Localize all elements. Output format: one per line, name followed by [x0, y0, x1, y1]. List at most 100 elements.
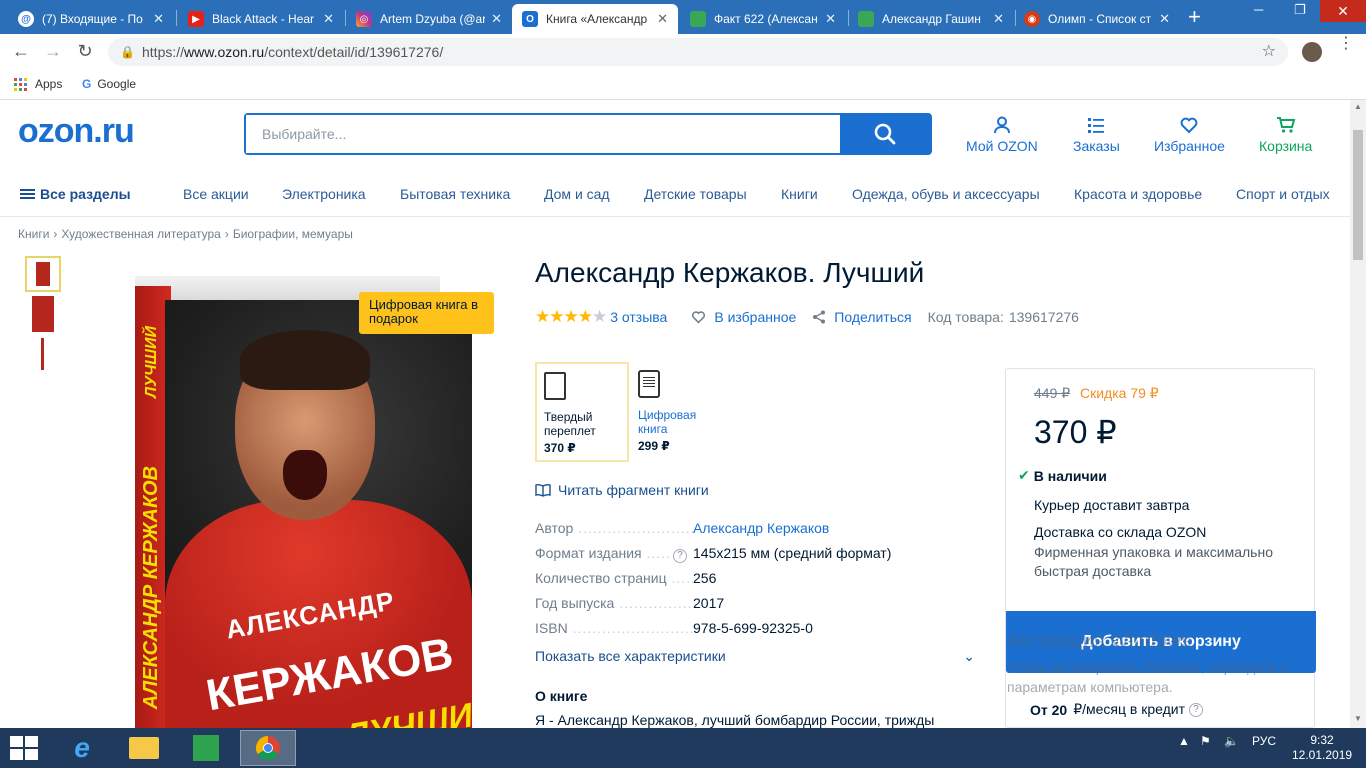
category-link[interactable]: Электроника — [282, 186, 366, 202]
browser-menu-icon[interactable]: ⋮ — [1338, 36, 1354, 52]
scroll-down-icon[interactable]: ▼ — [1354, 714, 1362, 723]
close-icon[interactable]: ✕ — [153, 11, 164, 27]
tab-title: Факт 622 (Алексан — [714, 12, 818, 26]
thumbnail-cover[interactable] — [25, 256, 61, 292]
language-indicator[interactable]: РУС — [1252, 734, 1276, 748]
tray-expand-icon[interactable]: ▲ — [1178, 734, 1190, 748]
search-button[interactable] — [840, 115, 930, 153]
lock-icon: 🔒 — [120, 45, 135, 59]
window-close-button[interactable]: ✕ — [1320, 0, 1366, 22]
internet-explorer-icon[interactable]: e — [54, 730, 110, 766]
category-nav: Все разделы Все акции Электроника Бытова… — [0, 184, 1350, 212]
close-icon[interactable]: ✕ — [1159, 11, 1170, 27]
breadcrumb-link[interactable]: Художественная литература — [61, 227, 220, 241]
forward-arrow-icon[interactable]: → — [42, 41, 64, 62]
share-label: Поделиться — [834, 309, 912, 325]
chevron-right-icon: › — [53, 227, 58, 241]
cart-icon — [1276, 117, 1295, 133]
tab-title: Александр Гашин — [882, 12, 981, 26]
format-hardcover[interactable]: Твердый переплет 370 ₽ — [535, 362, 629, 462]
category-link[interactable]: Одежда, обувь и аксессуары — [852, 186, 1040, 202]
new-tab-button[interactable]: + — [1188, 6, 1201, 28]
favorites-link[interactable]: Избранное — [1154, 116, 1225, 154]
credit-offer: От 20 ₽/месяц в кредит ? — [1030, 701, 1204, 718]
my-ozon-link[interactable]: Мой OZON — [966, 116, 1038, 154]
add-to-favorites-link[interactable]: В избранное — [691, 309, 796, 325]
all-sections-button[interactable]: Все разделы — [20, 186, 131, 202]
rating-stars[interactable]: ★★★★★ — [535, 307, 607, 327]
flag-icon[interactable]: ⚑ — [1200, 734, 1211, 748]
category-link[interactable]: Красота и здоровье — [1074, 186, 1202, 202]
profile-avatar[interactable] — [1302, 42, 1322, 62]
bookmark-label: Google — [97, 77, 137, 91]
format-price: 370 ₽ — [544, 441, 576, 455]
volume-icon[interactable]: 🔈 — [1224, 734, 1239, 748]
book-cover-image[interactable]: ЛУЧШИЙ АЛЕКСАНДР КЕРЖАКОВ АЛЕКСАНДР КЕРЖ… — [135, 276, 472, 728]
category-link[interactable]: Спорт и отдых — [1236, 186, 1330, 202]
close-icon[interactable]: ✕ — [993, 11, 1004, 27]
thumbnail-spine[interactable] — [41, 338, 44, 370]
help-icon[interactable]: ? — [1189, 702, 1204, 717]
scrollbar-thumb[interactable] — [1353, 130, 1363, 260]
breadcrumb-link[interactable]: Книги — [18, 227, 49, 241]
taskbar-clock[interactable]: 9:32 12.01.2019 — [1292, 733, 1352, 763]
author-link[interactable]: Александр Кержаков — [693, 520, 829, 536]
cart-link[interactable]: Корзина — [1259, 116, 1312, 154]
sheet-icon — [858, 11, 874, 27]
bookmark-apps[interactable]: Apps — [14, 77, 62, 91]
close-icon[interactable]: ✕ — [491, 11, 502, 27]
close-icon[interactable]: ✕ — [323, 11, 334, 27]
show-all-characteristics[interactable]: Показать все характеристики ⌄ — [535, 648, 975, 664]
reviews-link[interactable]: 3 отзыва — [610, 309, 667, 325]
scroll-up-icon[interactable]: ▲ — [1354, 102, 1362, 111]
category-link[interactable]: Бытовая техника — [400, 186, 510, 202]
olimp-icon: ◉ — [1024, 11, 1040, 27]
format-ebook[interactable]: Цифровая книга 299 ₽ — [631, 362, 725, 462]
store-icon[interactable] — [178, 730, 234, 766]
ozon-logo[interactable]: ozon.ru — [18, 112, 135, 151]
category-link[interactable]: Все акции — [183, 186, 249, 202]
clock-date: 12.01.2019 — [1292, 748, 1353, 762]
back-arrow-icon[interactable]: ← — [10, 41, 32, 62]
browser-tab-ozon-active[interactable]: O Книга «Александр ✕ — [512, 4, 678, 34]
close-icon[interactable]: ✕ — [657, 11, 668, 27]
browser-tab-mail[interactable]: @ (7) Входящие - По ✕ — [8, 4, 174, 34]
bookmark-star-icon[interactable]: ☆ — [1262, 38, 1276, 66]
close-icon[interactable]: ✕ — [825, 11, 836, 27]
windows-activation-title: Активация Windows — [1007, 630, 1192, 652]
breadcrumb-link[interactable]: Биографии, мемуары — [233, 227, 353, 241]
category-link[interactable]: Детские товары — [644, 186, 747, 202]
file-explorer-icon[interactable] — [116, 730, 172, 766]
product-title: Александр Кержаков. Лучший — [535, 257, 925, 288]
browser-toolbar: ← → ↻ 🔒 https://www.ozon.ru/context/deta… — [0, 34, 1366, 70]
bookmark-google[interactable]: G Google — [82, 77, 136, 91]
search-input[interactable] — [246, 115, 842, 153]
page-scrollbar[interactable]: ▲ ▼ — [1350, 100, 1366, 728]
read-fragment-link[interactable]: Читать фрагмент книги — [535, 482, 709, 498]
address-bar[interactable]: 🔒 https://www.ozon.ru/context/detail/id/… — [108, 38, 1288, 66]
category-link[interactable]: Дом и сад — [544, 186, 610, 202]
windows-taskbar: e ▲ ⚑ 🔈 РУС 9:32 12.01.2019 — [0, 728, 1366, 768]
reload-icon[interactable]: ↻ — [74, 41, 96, 62]
category-link[interactable]: Книги — [781, 186, 818, 202]
share-link[interactable]: Поделиться — [812, 309, 912, 325]
restore-icon[interactable]: ❐ — [1294, 2, 1306, 18]
browser-tab-instagram[interactable]: ◎ Artem Dzyuba (@ar ✕ — [346, 4, 512, 34]
thumbnail-back[interactable] — [32, 296, 54, 332]
property-key: Формат издания — [535, 545, 669, 561]
orders-link[interactable]: Заказы — [1073, 116, 1120, 154]
search-icon — [874, 123, 896, 145]
browser-tab-youtube[interactable]: ▶ Black Attack - Hear ✕ — [178, 4, 344, 34]
browser-tab-sheet-1[interactable]: Факт 622 (Алексан ✕ — [680, 4, 846, 34]
current-price: 370 ₽ — [1034, 414, 1117, 450]
windows-start-icon[interactable] — [10, 736, 38, 760]
warehouse-delivery: Доставка со склада OZON — [1034, 524, 1207, 540]
browser-tab-sheet-2[interactable]: Александр Гашин ✕ — [848, 4, 1014, 34]
search-bar — [244, 113, 932, 155]
browser-tab-olimp[interactable]: ◉ Олимп - Список ст ✕ — [1014, 4, 1180, 34]
help-icon[interactable]: ? — [673, 549, 687, 563]
chrome-icon[interactable] — [240, 730, 296, 766]
tab-title: Black Attack - Hear — [212, 12, 315, 26]
minimize-icon[interactable]: ─ — [1254, 2, 1263, 17]
orders-label: Заказы — [1073, 138, 1120, 154]
